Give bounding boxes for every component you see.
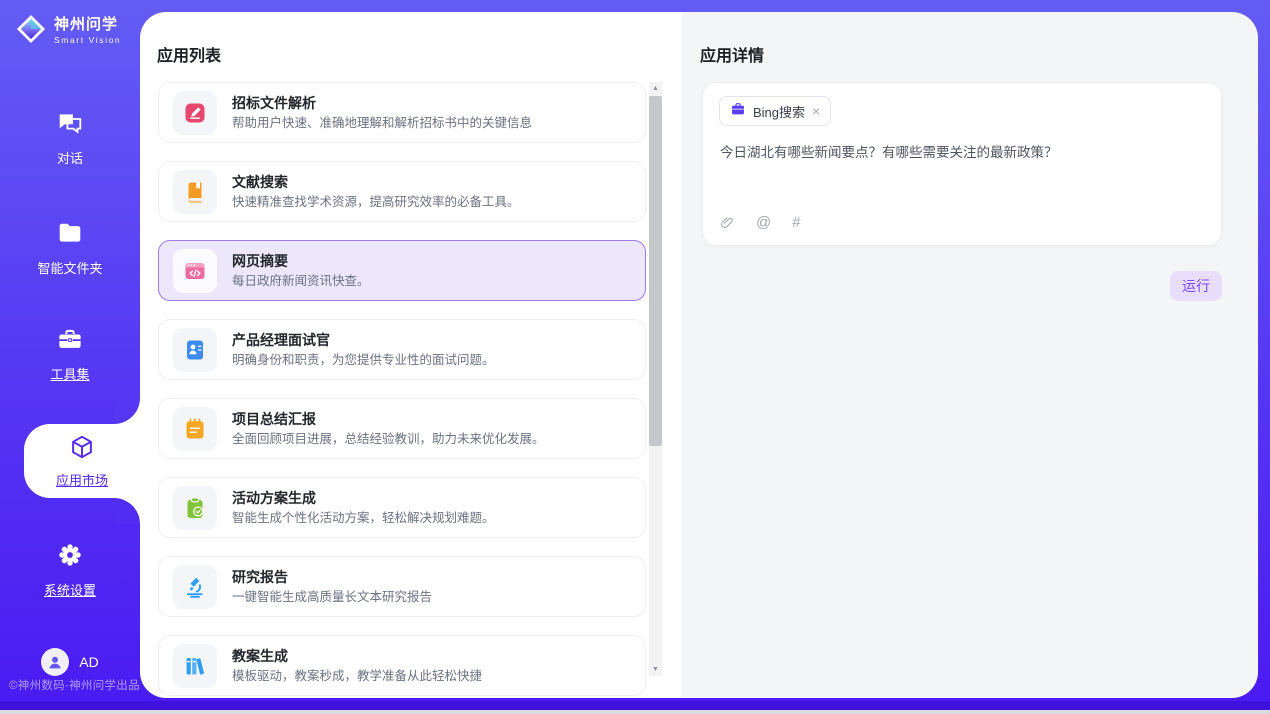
books-icon [173, 644, 217, 688]
sidebar-item-label: 系统设置 [44, 580, 96, 599]
app-list-title: 应用列表 [157, 42, 221, 66]
app-card-description: 快速精准查找学术资源，提高研究效率的必备工具。 [232, 194, 520, 211]
app-card-description: 智能生成个性化活动方案，轻松解决规划难题。 [232, 510, 495, 527]
prompt-text[interactable]: 今日湖北有哪些新闻要点？有哪些需要关注的最新政策？ [720, 143, 1205, 162]
folder-icon [57, 220, 83, 251]
app-detail-panel: 应用详情 Bing搜索 × 今日湖北有哪些新闻要点？有哪些需要关注的最新政策？ … [682, 12, 1258, 698]
prompt-card: Bing搜索 × 今日湖北有哪些新闻要点？有哪些需要关注的最新政策？ @# [702, 82, 1222, 246]
app-card-description: 模板驱动，教案秒成，教学准备从此轻松快捷 [232, 668, 482, 685]
copyright: ©神州数码·神州问学出品 [9, 677, 140, 693]
app-card-description: 一键智能生成高质量长文本研究报告 [232, 589, 432, 606]
brand-subtitle: Smart Vision [54, 35, 121, 45]
app-card-title: 研究报告 [232, 568, 432, 586]
app-card-title: 网页摘要 [232, 252, 370, 270]
app-card-title: 招标文件解析 [232, 94, 532, 112]
scroll-down-button[interactable]: ▼ [649, 663, 662, 676]
app-card[interactable]: 研究报告 一键智能生成高质量长文本研究报告 [158, 556, 646, 617]
app-card-title: 教案生成 [232, 647, 482, 665]
app-list: 招标文件解析 帮助用户快速、准确地理解和解析招标书中的关键信息 文献搜索 快速精… [158, 82, 646, 698]
webpage-code-icon [173, 249, 217, 293]
sidebar: 神州问学 Smart Vision 对话智能文件夹工具集应用市场系统设置 AD … [0, 0, 140, 710]
person-icon [46, 653, 64, 671]
app-card-title: 活动方案生成 [232, 489, 495, 507]
scrollbar[interactable]: ▲ ▼ [649, 82, 662, 676]
sidebar-item-smart-folder[interactable]: 智能文件夹 [0, 220, 140, 277]
app-card-title: 产品经理面试官 [232, 331, 495, 349]
briefcase-icon [730, 101, 746, 122]
chip-close-icon[interactable]: × [812, 104, 820, 118]
tool-chip-label: Bing搜索 [753, 102, 805, 121]
brand-name: 神州问学 [54, 13, 121, 34]
run-button[interactable]: 运行 [1170, 271, 1222, 301]
app-card[interactable]: 教案生成 模板驱动，教案秒成，教学准备从此轻松快捷 [158, 635, 646, 696]
book-icon [173, 170, 217, 214]
app-card[interactable]: 文献搜索 快速精准查找学术资源，提高研究效率的必备工具。 [158, 161, 646, 222]
app-list-panel: 应用列表 招标文件解析 帮助用户快速、准确地理解和解析招标书中的关键信息 文献搜… [140, 12, 682, 698]
scrollbar-thumb[interactable] [649, 96, 662, 446]
app-card-description: 明确身份和职责，为您提供专业性的面试问题。 [232, 352, 495, 369]
app-detail-title: 应用详情 [700, 42, 764, 66]
user-initials: AD [79, 654, 98, 670]
app-card[interactable]: 活动方案生成 智能生成个性化活动方案，轻松解决规划难题。 [158, 477, 646, 538]
avatar [41, 648, 69, 676]
brand-logo: 神州问学 Smart Vision [14, 12, 121, 46]
scroll-up-button[interactable]: ▲ [649, 82, 662, 95]
mention-icon[interactable]: @ [756, 214, 771, 231]
main-content: 应用列表 招标文件解析 帮助用户快速、准确地理解和解析招标书中的关键信息 文献搜… [140, 12, 1258, 698]
app-card-description: 每日政府新闻资讯快查。 [232, 273, 370, 290]
chat-icon [57, 110, 83, 141]
cube-icon [69, 434, 95, 465]
app-card-title: 项目总结汇报 [232, 410, 545, 428]
tool-chip[interactable]: Bing搜索 × [719, 96, 831, 126]
composer-toolbar: @# [719, 214, 801, 231]
toolbox-icon [57, 326, 83, 357]
clipboard-check-icon [173, 486, 217, 530]
sidebar-item-label: 应用市场 [56, 470, 108, 489]
microscope-icon [173, 565, 217, 609]
selected-item-curve-bottom [114, 498, 140, 524]
sidebar-item-label: 对话 [57, 148, 83, 167]
bottom-bar [0, 701, 1270, 710]
sidebar-item-chat[interactable]: 对话 [0, 110, 140, 167]
sidebar-item-label: 工具集 [50, 364, 89, 383]
brand-diamond-icon [14, 12, 48, 46]
memo-icon [173, 407, 217, 451]
gear-icon [57, 542, 83, 573]
app-card-description: 全面回顾项目进展，总结经验教训，助力未来优化发展。 [232, 431, 545, 448]
interview-document-icon [173, 328, 217, 372]
selected-item-curve-top [114, 398, 140, 424]
attachment-icon[interactable] [719, 215, 735, 231]
sidebar-item-label: 智能文件夹 [37, 258, 102, 277]
edit-document-icon [173, 91, 217, 135]
app-card-title: 文献搜索 [232, 173, 520, 191]
bottom-strip [0, 710, 1270, 714]
app-card-description: 帮助用户快速、准确地理解和解析招标书中的关键信息 [232, 115, 532, 132]
sidebar-item-system-settings[interactable]: 系统设置 [0, 542, 140, 599]
user-account[interactable]: AD [0, 648, 140, 676]
sidebar-item-toolset[interactable]: 工具集 [0, 326, 140, 383]
app-card[interactable]: 项目总结汇报 全面回顾项目进展，总结经验教训，助力未来优化发展。 [158, 398, 646, 459]
app-card[interactable]: 招标文件解析 帮助用户快速、准确地理解和解析招标书中的关键信息 [158, 82, 646, 143]
sidebar-item-app-market[interactable]: 应用市场 [24, 424, 140, 498]
app-card[interactable]: 产品经理面试官 明确身份和职责，为您提供专业性的面试问题。 [158, 319, 646, 380]
app-card[interactable]: 网页摘要 每日政府新闻资讯快查。 [158, 240, 646, 301]
hashtag-icon[interactable]: # [792, 214, 800, 231]
